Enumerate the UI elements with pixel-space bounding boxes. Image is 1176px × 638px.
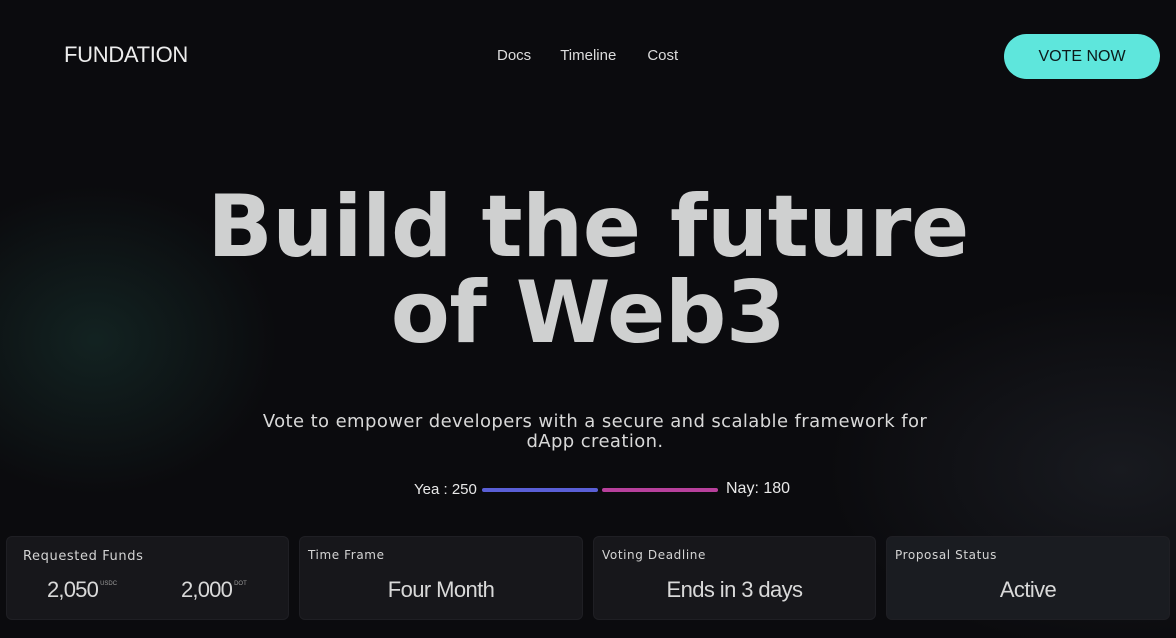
usdc-unit: USDC — [100, 581, 118, 587]
yea-bar — [482, 488, 598, 492]
dot-amount: 2,000 DOT — [181, 577, 247, 603]
requested-funds-label: Requested Funds — [23, 549, 144, 564]
time-frame-card: Time Frame Four Month — [299, 536, 583, 620]
main-nav: Docs Timeline Cost — [497, 47, 678, 64]
voting-deadline-label: Voting Deadline — [602, 548, 706, 562]
requested-funds-card: Requested Funds 2,050 USDC 2,000 DOT — [6, 536, 289, 620]
logo[interactable]: FUNDATION — [64, 42, 188, 68]
voting-deadline-card: Voting Deadline Ends in 3 days — [593, 536, 876, 620]
proposal-status-card: Proposal Status Active — [886, 536, 1170, 620]
nav-cost-link[interactable]: Cost — [647, 47, 678, 64]
time-frame-value: Four Month — [387, 577, 495, 602]
usdc-value: 2,050 — [47, 577, 99, 602]
hero-title-line-1: Build the future — [207, 177, 969, 277]
vote-now-button[interactable]: VOTE NOW — [1004, 34, 1160, 79]
nav-docs-link[interactable]: Docs — [497, 47, 531, 64]
nav-timeline-link[interactable]: Timeline — [560, 47, 616, 64]
nay-count: Nay: 180 — [726, 480, 791, 497]
usdc-amount: 2,050 USDC — [47, 577, 117, 603]
dot-unit: DOT — [234, 581, 247, 587]
proposal-status-label: Proposal Status — [895, 548, 997, 562]
nay-bar — [602, 488, 718, 492]
hero-subtitle: Vote to empower developers with a secure… — [262, 411, 928, 452]
vote-tally: Yea : 250 Nay: 180 — [0, 480, 1176, 500]
hero-title-line-2: of Web3 — [390, 263, 786, 363]
voting-deadline-value: Ends in 3 days — [666, 577, 804, 602]
time-frame-label: Time Frame — [308, 548, 385, 562]
hero-title: Build the future of Web3 — [0, 184, 1176, 356]
yea-count: Yea : 250 — [414, 481, 477, 498]
landing-page: FUNDATION Docs Timeline Cost VOTE NOW Bu… — [0, 0, 1176, 638]
proposal-status-value: Active — [999, 577, 1057, 602]
dot-value: 2,000 — [181, 577, 233, 602]
